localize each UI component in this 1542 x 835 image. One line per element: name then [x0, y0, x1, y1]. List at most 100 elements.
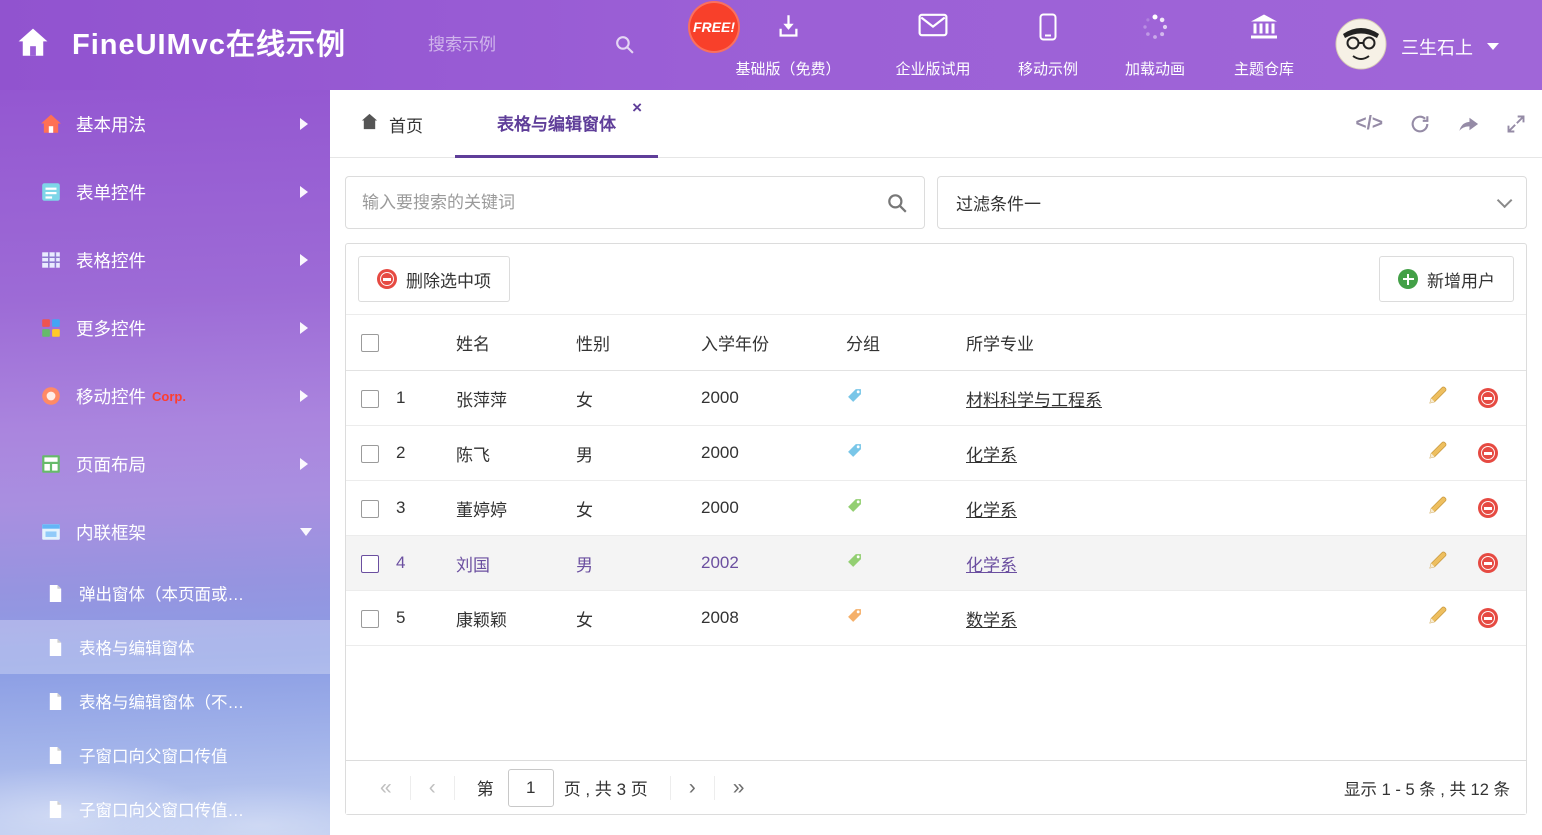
- tag-icon: [846, 552, 863, 574]
- sidebar-subitem-grid-edit-window[interactable]: 表格与编辑窗体: [0, 620, 330, 674]
- envelope-icon: [918, 13, 948, 41]
- share-icon[interactable]: [1457, 113, 1480, 136]
- filter-select[interactable]: 过滤条件一: [937, 176, 1527, 229]
- major-link[interactable]: 化学系: [966, 446, 1017, 465]
- nav-basic-free[interactable]: 基础版（免费）: [718, 13, 858, 79]
- cell-gender: 女: [576, 591, 701, 646]
- search-icon[interactable]: [886, 192, 908, 219]
- delete-icon[interactable]: [1478, 608, 1498, 628]
- column-header-major[interactable]: 所学专业: [966, 315, 1421, 371]
- sidebar-item-inline-frame[interactable]: 内联框架: [0, 498, 330, 566]
- sidebar-item-form-controls[interactable]: 表单控件: [0, 158, 330, 226]
- select-all-checkbox[interactable]: [361, 334, 379, 352]
- nav-theme-store[interactable]: 主题仓库: [1219, 13, 1309, 79]
- table-row[interactable]: 3 董婷婷 女 2000 化学系: [346, 481, 1526, 536]
- user-menu[interactable]: 三生石上: [1335, 18, 1499, 75]
- column-header-gender[interactable]: 性别: [576, 315, 701, 371]
- sidebar-item-mobile-controls[interactable]: 移动控件 Corp.: [0, 362, 330, 430]
- sidebar-subitem-popup-window[interactable]: 弹出窗体（本页面或…: [0, 566, 330, 620]
- major-link[interactable]: 化学系: [966, 556, 1017, 575]
- table-row[interactable]: 5 康颖颖 女 2008 数学系: [346, 591, 1526, 646]
- major-link[interactable]: 材料科学与工程系: [966, 391, 1102, 410]
- file-icon: [46, 746, 65, 765]
- edit-icon[interactable]: [1427, 495, 1448, 521]
- sidebar-item-grid-controls[interactable]: 表格控件: [0, 226, 330, 294]
- tab-grid-edit-window[interactable]: 表格与编辑窗体 ×: [455, 90, 658, 158]
- tab-bar: 首页 表格与编辑窗体 × </>: [330, 90, 1542, 158]
- tab-toolbar: </>: [1356, 90, 1526, 158]
- sidebar-item-page-layout[interactable]: 页面布局: [0, 430, 330, 498]
- header-search-input[interactable]: [428, 27, 603, 63]
- edit-icon[interactable]: [1427, 440, 1448, 466]
- column-header-name[interactable]: 姓名: [456, 315, 576, 371]
- table-icon: [40, 249, 62, 271]
- next-page-button[interactable]: ›: [671, 776, 714, 800]
- layout-icon: [40, 453, 62, 475]
- file-icon: [46, 584, 65, 603]
- download-icon: [775, 13, 802, 44]
- minus-circle-icon: [377, 269, 397, 289]
- row-number: 1: [396, 371, 456, 426]
- home-icon[interactable]: [16, 27, 50, 64]
- row-checkbox[interactable]: [361, 500, 379, 518]
- tag-icon: [846, 607, 863, 629]
- home-icon: [360, 112, 379, 136]
- last-page-button[interactable]: »: [715, 776, 763, 800]
- delete-icon[interactable]: [1478, 553, 1498, 573]
- row-checkbox[interactable]: [361, 390, 379, 408]
- nav-label: 企业版试用: [895, 58, 970, 79]
- refresh-icon[interactable]: [1409, 113, 1431, 135]
- sidebar-subitem-grid-edit-window-2[interactable]: 表格与编辑窗体（不…: [0, 674, 330, 728]
- table-row[interactable]: 2 陈飞 男 2000 化学系: [346, 426, 1526, 481]
- page-number-input[interactable]: [508, 769, 554, 807]
- edit-icon[interactable]: [1427, 605, 1448, 631]
- cell-gender: 女: [576, 481, 701, 536]
- avatar: [1335, 18, 1387, 75]
- column-header-group[interactable]: 分组: [846, 315, 966, 371]
- page-label-prefix: 第: [455, 775, 498, 800]
- table-row[interactable]: 1 张萍萍 女 2000 材料科学与工程系: [346, 371, 1526, 426]
- tab-home[interactable]: 首页: [346, 90, 437, 158]
- sidebar-item-label: 页面布局: [76, 452, 146, 477]
- cell-name: 康颖颖: [456, 591, 576, 646]
- search-icon[interactable]: [614, 34, 635, 60]
- major-link[interactable]: 化学系: [966, 501, 1017, 520]
- delete-icon[interactable]: [1478, 388, 1498, 408]
- delete-icon[interactable]: [1478, 498, 1498, 518]
- nav-mobile-demo[interactable]: 移动示例: [1003, 13, 1093, 79]
- sidebar-item-label: 内联框架: [76, 520, 146, 545]
- nav-loading-animation[interactable]: 加载动画: [1110, 13, 1200, 79]
- file-icon: [46, 692, 65, 711]
- row-checkbox[interactable]: [361, 445, 379, 463]
- row-number: 3: [396, 481, 456, 536]
- edit-icon[interactable]: [1427, 385, 1448, 411]
- row-checkbox[interactable]: [361, 610, 379, 628]
- fullscreen-icon[interactable]: [1506, 114, 1526, 134]
- tag-icon: [846, 442, 863, 464]
- sidebar-subitem-child-to-parent[interactable]: 子窗口向父窗口传值: [0, 728, 330, 782]
- prev-page-button[interactable]: ‹: [411, 776, 454, 800]
- nav-enterprise-trial[interactable]: 企业版试用: [878, 13, 988, 79]
- keyword-search-input[interactable]: [346, 177, 924, 228]
- sidebar-subitem-child-to-parent-2[interactable]: 子窗口向父窗口传值…: [0, 782, 330, 835]
- code-icon[interactable]: </>: [1356, 113, 1383, 135]
- close-icon[interactable]: ×: [632, 98, 642, 118]
- delete-icon[interactable]: [1478, 443, 1498, 463]
- sidebar-item-basic-usage[interactable]: 基本用法: [0, 90, 330, 158]
- tab-label: 表格与编辑窗体: [497, 110, 616, 135]
- first-page-button[interactable]: «: [362, 776, 410, 800]
- sidebar-item-more-controls[interactable]: 更多控件: [0, 294, 330, 362]
- delete-selected-button[interactable]: 删除选中项: [358, 256, 510, 302]
- keyword-search: [345, 176, 925, 229]
- column-header-year[interactable]: 入学年份: [701, 315, 846, 371]
- bank-icon: [1250, 13, 1278, 44]
- table-row-selected[interactable]: 4 刘国 男 2002 化学系: [346, 536, 1526, 591]
- add-user-button[interactable]: 新增用户: [1379, 256, 1514, 302]
- widgets-icon: [40, 317, 62, 339]
- row-checkbox[interactable]: [361, 555, 379, 573]
- row-number: 4: [396, 536, 456, 591]
- tag-icon: [846, 497, 863, 519]
- edit-icon[interactable]: [1427, 550, 1448, 576]
- major-link[interactable]: 数学系: [966, 611, 1017, 630]
- header-search[interactable]: [428, 27, 643, 63]
